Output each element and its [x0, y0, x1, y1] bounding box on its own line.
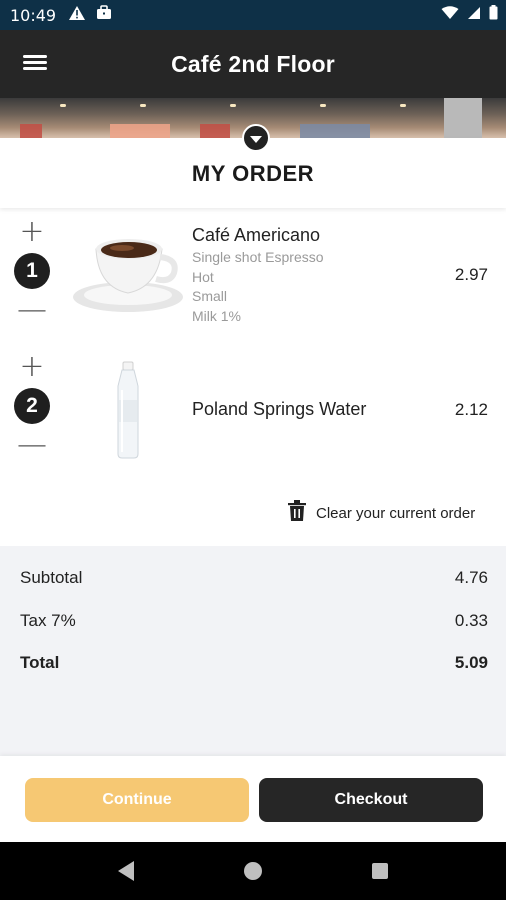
- item-name: Café Americano: [192, 225, 321, 245]
- app-bar: Café 2nd Floor: [0, 30, 506, 98]
- item-option: Milk 1%: [192, 307, 242, 324]
- decrease-quantity-button[interactable]: —: [12, 295, 52, 325]
- water-bottle-image: [112, 360, 144, 465]
- tax-row: Tax 7% 0.33: [20, 611, 488, 631]
- recent-apps-icon[interactable]: [372, 863, 388, 879]
- hamburger-menu-icon[interactable]: [20, 52, 50, 76]
- subtotal-row: Subtotal 4.76: [20, 568, 488, 588]
- action-footer: Continue Checkout: [0, 756, 506, 842]
- system-navigation-bar: [0, 842, 506, 900]
- status-bar: 10:49: [0, 0, 506, 30]
- continue-button[interactable]: Continue: [25, 778, 249, 822]
- item-price: 2.97: [454, 265, 488, 284]
- checkout-button[interactable]: Checkout: [259, 778, 483, 822]
- quantity-badge: 1: [14, 253, 50, 289]
- increase-quantity-button[interactable]: +: [12, 352, 52, 382]
- total-row: Total 5.09: [20, 653, 488, 673]
- subtotal-value: 4.76: [454, 568, 488, 587]
- clear-order-button[interactable]: Clear your current order: [288, 499, 476, 527]
- order-item: + 1 — Café Americano Single shot Espress…: [0, 215, 506, 340]
- page-title: Café 2nd Floor: [171, 50, 335, 77]
- briefcase-icon: [96, 5, 112, 25]
- signal-icon: [467, 6, 481, 25]
- item-option: Small: [192, 288, 228, 304]
- battery-icon: [489, 5, 498, 25]
- total-value: 5.09: [454, 653, 488, 672]
- warning-icon: [68, 5, 86, 26]
- back-icon[interactable]: [118, 861, 134, 881]
- quantity-stepper: + 1 —: [12, 217, 52, 325]
- quantity-badge: 2: [14, 388, 50, 424]
- subtotal-label: Subtotal: [20, 568, 83, 587]
- item-name: Poland Springs Water: [192, 399, 367, 419]
- decrease-quantity-button[interactable]: —: [12, 430, 52, 460]
- order-item: + 2 — Poland Springs Water 2.12: [0, 350, 506, 470]
- coffee-cup-image: [72, 227, 184, 318]
- collapse-chevron-icon[interactable]: [242, 124, 270, 152]
- clear-order-label: Clear your current order: [316, 504, 476, 522]
- item-price: 2.12: [454, 400, 488, 419]
- order-heading: MY ORDER: [191, 161, 315, 186]
- item-option: Single shot Espresso: [192, 249, 324, 265]
- tax-value: 0.33: [454, 611, 488, 630]
- trash-icon: [288, 499, 306, 527]
- item-option: Hot: [192, 268, 214, 285]
- order-summary: Subtotal 4.76 Tax 7% 0.33 Total 5.09: [0, 546, 506, 756]
- home-icon[interactable]: [244, 862, 262, 880]
- total-label: Total: [20, 653, 60, 672]
- increase-quantity-button[interactable]: +: [12, 217, 52, 247]
- wifi-icon: [441, 5, 459, 25]
- quantity-stepper: + 2 —: [12, 352, 52, 460]
- tax-label: Tax 7%: [20, 611, 76, 630]
- status-time: 10:49: [10, 5, 57, 25]
